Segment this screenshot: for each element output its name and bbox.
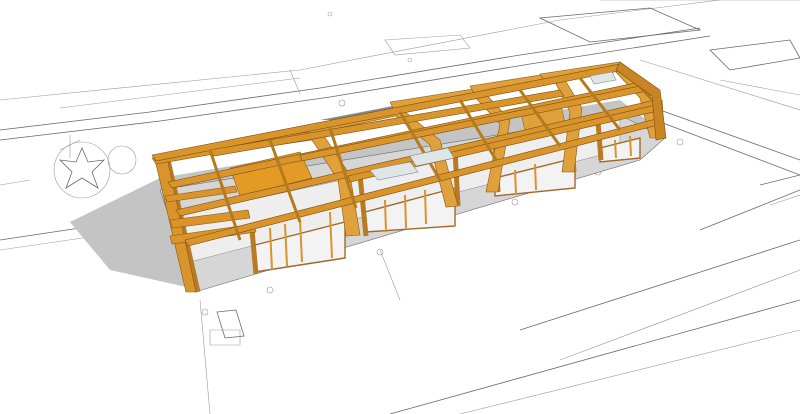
3d-model-viewport[interactable] xyxy=(0,0,800,414)
tree-symbol xyxy=(53,141,137,199)
model-canvas[interactable] xyxy=(0,0,800,414)
